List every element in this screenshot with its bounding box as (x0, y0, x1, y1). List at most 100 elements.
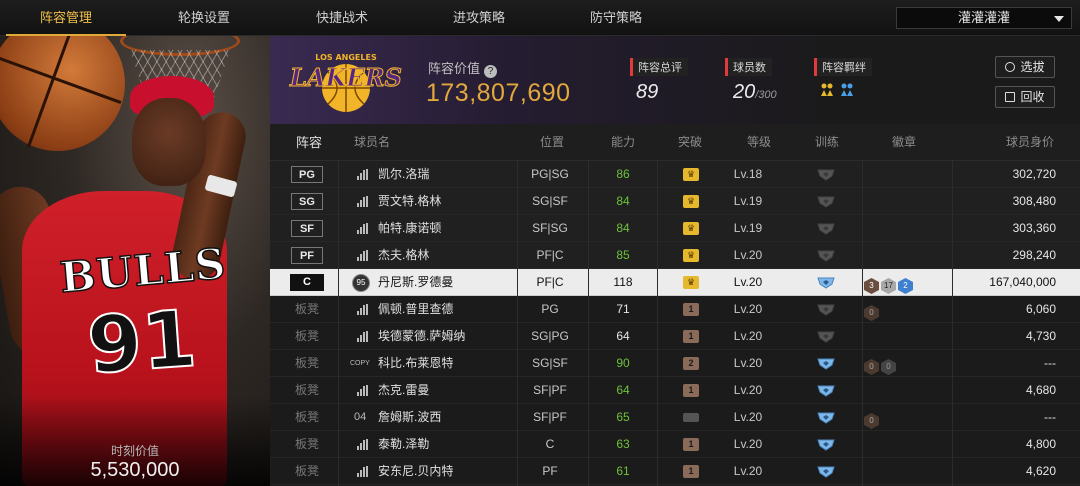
player-position: SF|PF (533, 410, 567, 424)
player-name[interactable]: 丹尼斯.罗德曼 (378, 269, 453, 296)
player-name[interactable]: 帕特.康诺顿 (378, 215, 441, 242)
lineup-slot[interactable]: 板凳 (290, 404, 324, 431)
training-icon[interactable] (816, 358, 836, 370)
bond-blue-icon[interactable] (840, 82, 854, 98)
badge-icon[interactable]: 17 (881, 278, 896, 294)
table-row[interactable]: C 95 丹尼斯.罗德曼 PF|C 118 ♛ Lv.20 3 17 2 167,040,000 (270, 269, 1080, 296)
table-row[interactable]: 板凳 COPY 科比.布莱恩特 SG|SF 90 2 Lv.20 0 0 --- (270, 350, 1080, 377)
bond-gold-icon[interactable] (820, 82, 834, 98)
breakthrough-icon[interactable]: 1 (683, 465, 699, 478)
player-position: SF|PF (533, 383, 567, 397)
tab-defense-strategy[interactable]: 防守策略 (556, 0, 676, 36)
column-header-lineup[interactable]: 阵容 (296, 124, 322, 161)
column-header-value[interactable]: 球员身价 (1006, 124, 1054, 161)
breakthrough-icon[interactable]: ♛ (683, 276, 699, 289)
training-icon[interactable] (816, 439, 836, 451)
table-row[interactable]: 板凳 04 詹姆斯.波西 SF|PF 65 Lv.20 0 --- (270, 404, 1080, 431)
tab-quick-tactics[interactable]: 快捷战术 (282, 0, 402, 36)
player-name[interactable]: 埃德蒙德.萨姆纳 (378, 323, 465, 350)
table-row[interactable]: SG 贾文特.格林 SG|SF 84 ♛ Lv.19 308,480 (270, 188, 1080, 215)
column-header-badges[interactable]: 徽章 (892, 124, 916, 161)
column-header-training[interactable]: 训练 (815, 124, 839, 161)
breakthrough-icon[interactable]: ♛ (683, 222, 699, 235)
player-position: SG|PG (531, 329, 569, 343)
help-icon[interactable]: ? (484, 65, 498, 78)
badge-icon[interactable]: 0 (881, 359, 896, 375)
training-icon[interactable] (816, 169, 836, 181)
player-name[interactable]: 杰克.雷曼 (378, 377, 429, 404)
chevron-down-icon (1054, 16, 1064, 22)
featured-player-card[interactable]: BULLS 91 时刻价值 5,530,000 (0, 36, 270, 486)
lineup-slot[interactable]: 板凳 (290, 350, 324, 377)
breakthrough-icon[interactable]: 1 (683, 303, 699, 316)
table-row[interactable]: SF 帕特.康诺顿 SF|SG 84 ♛ Lv.19 303,360 (270, 215, 1080, 242)
lineup-slot[interactable]: PF (290, 242, 324, 269)
column-header-breakthrough[interactable]: 突破 (678, 124, 702, 161)
recycle-button[interactable]: 回收 (995, 86, 1055, 108)
training-icon[interactable] (816, 196, 836, 208)
column-header-ability[interactable]: 能力 (611, 124, 635, 161)
version-number-icon: 04 (354, 411, 367, 423)
player-value: 167,040,000 (989, 275, 1056, 289)
table-row[interactable]: 板凳 安东尼.贝内特 PF 61 1 Lv.20 4,620 (270, 458, 1080, 485)
lineup-slot[interactable]: C (290, 269, 324, 296)
lineup-slot[interactable]: SF (290, 215, 324, 242)
player-name[interactable]: 詹姆斯.波西 (378, 404, 441, 431)
tab-lineup-management[interactable]: 阵容管理 (6, 0, 126, 36)
breakthrough-icon[interactable]: ♛ (683, 195, 699, 208)
player-name[interactable]: 凯尔.洛瑞 (378, 161, 429, 188)
tab-offense-strategy[interactable]: 进攻策略 (419, 0, 539, 36)
breakthrough-icon[interactable]: 1 (683, 330, 699, 343)
training-icon[interactable] (816, 331, 836, 343)
badge-icon[interactable]: 0 (864, 305, 879, 321)
tab-rotation-settings[interactable]: 轮换设置 (144, 0, 264, 36)
table-row[interactable]: PG 凯尔.洛瑞 PG|SG 86 ♛ Lv.18 302,720 (270, 161, 1080, 188)
lineup-slot[interactable]: 板凳 (290, 377, 324, 404)
table-row[interactable]: 板凳 泰勒.泽勒 C 63 1 Lv.20 4,800 (270, 431, 1080, 458)
table-row[interactable]: 板凳 埃德蒙德.萨姆纳 SG|PG 64 1 Lv.20 4,730 (270, 323, 1080, 350)
breakthrough-icon[interactable]: 1 (683, 438, 699, 451)
breakthrough-icon[interactable] (683, 413, 699, 422)
player-name[interactable]: 安东尼.贝内特 (378, 458, 453, 485)
training-icon[interactable] (816, 412, 836, 424)
lineup-slot[interactable]: 板凳 (290, 323, 324, 350)
team-selector-dropdown[interactable]: 灌灌灌灌 (896, 7, 1072, 29)
player-ability: 118 (613, 275, 633, 289)
column-divider (338, 161, 339, 486)
lineup-slot[interactable]: 板凳 (290, 296, 324, 323)
lineup-rating-stat: 阵容总评 (630, 58, 688, 76)
lineup-slot[interactable]: 板凳 (290, 458, 324, 485)
breakthrough-icon[interactable]: ♛ (683, 168, 699, 181)
training-icon[interactable] (816, 277, 836, 289)
badge-icon[interactable]: 2 (898, 278, 913, 294)
training-icon[interactable] (816, 385, 836, 397)
player-value: --- (1044, 356, 1056, 370)
breakthrough-icon[interactable]: 2 (683, 357, 699, 370)
column-header-level[interactable]: 等级 (747, 124, 771, 161)
training-icon[interactable] (816, 250, 836, 262)
player-name[interactable]: 科比.布莱恩特 (378, 350, 453, 377)
badge-icon[interactable]: 0 (864, 413, 879, 429)
lineup-slot[interactable]: PG (290, 161, 324, 188)
training-icon[interactable] (816, 466, 836, 478)
player-name[interactable]: 佩顿.普里查德 (378, 296, 453, 323)
player-name[interactable]: 泰勒.泽勒 (378, 431, 429, 458)
lineup-slot[interactable]: SG (290, 188, 324, 215)
badge-icon[interactable]: 0 (864, 359, 879, 375)
breakthrough-icon[interactable]: 1 (683, 384, 699, 397)
stats-bars-icon (357, 304, 369, 315)
training-icon[interactable] (816, 304, 836, 316)
column-header-player-name[interactable]: 球员名 (354, 124, 390, 161)
table-row[interactable]: PF 杰夫.格林 PF|C 85 ♛ Lv.20 298,240 (270, 242, 1080, 269)
badge-icon[interactable]: 3 (864, 278, 879, 294)
column-header-position[interactable]: 位置 (540, 124, 564, 161)
table-row[interactable]: 板凳 杰克.雷曼 SF|PF 64 1 Lv.20 4,680 (270, 377, 1080, 404)
select-button[interactable]: 选拔 (995, 56, 1055, 78)
player-level: Lv.20 (733, 302, 763, 316)
training-icon[interactable] (816, 223, 836, 235)
table-row[interactable]: 板凳 佩顿.普里查德 PG 71 1 Lv.20 0 6,060 (270, 296, 1080, 323)
player-name[interactable]: 杰夫.格林 (378, 242, 429, 269)
breakthrough-icon[interactable]: ♛ (683, 249, 699, 262)
lineup-slot[interactable]: 板凳 (290, 431, 324, 458)
player-name[interactable]: 贾文特.格林 (378, 188, 441, 215)
